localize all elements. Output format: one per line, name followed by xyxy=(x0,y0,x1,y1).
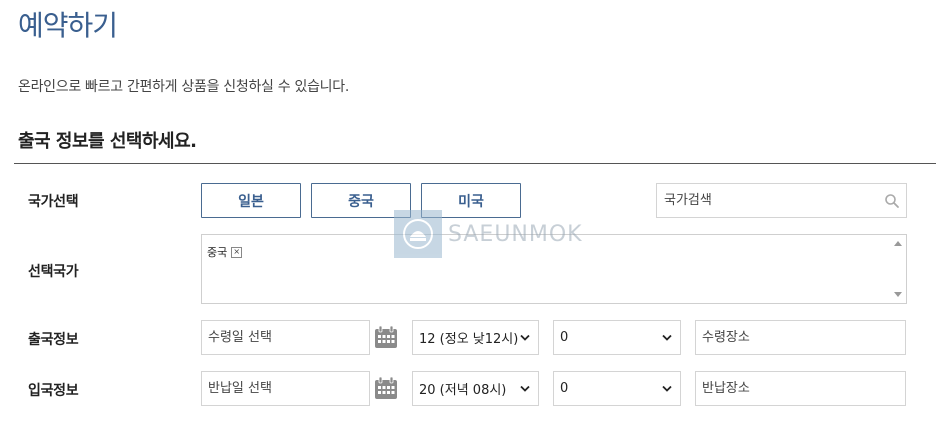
chip-remove-icon[interactable]: × xyxy=(231,246,243,258)
country-button-japan[interactable]: 일본 xyxy=(201,183,301,218)
arrival-minute-value: 0 xyxy=(560,381,569,396)
chevron-down-icon xyxy=(520,334,530,341)
intro-text: 온라인으로 빠르고 간편하게 상품을 신청하실 수 있습니다. xyxy=(18,79,349,95)
scroll-up-icon[interactable] xyxy=(894,241,902,246)
arrival-label: 입국정보 xyxy=(28,383,79,399)
calendar-icon[interactable] xyxy=(374,376,398,400)
arrival-date-input[interactable] xyxy=(201,371,370,406)
scroll-down-icon[interactable] xyxy=(894,292,902,297)
departure-place-input[interactable] xyxy=(695,320,906,355)
watermark-text: SAEUNMOK xyxy=(448,221,583,247)
departure-hour-value: 12 (정오 낮12시) xyxy=(419,332,519,347)
departure-minute-select[interactable]: 0 xyxy=(553,320,681,355)
arrival-hour-select[interactable]: 20 (저녁 08시) xyxy=(412,371,539,406)
arrival-place-input[interactable] xyxy=(695,371,906,406)
chevron-down-icon xyxy=(520,385,530,392)
section-divider xyxy=(14,163,936,164)
section-title: 출국 정보를 선택하세요. xyxy=(18,131,197,152)
watermark: SAEUNMOK xyxy=(394,210,583,258)
country-search-input[interactable] xyxy=(657,184,877,217)
page-title: 예약하기 xyxy=(18,9,118,42)
country-select-label: 국가선택 xyxy=(28,194,79,210)
watermark-logo-icon xyxy=(394,210,442,258)
chevron-down-icon xyxy=(662,385,672,392)
arrival-minute-select[interactable]: 0 xyxy=(553,371,681,406)
departure-date-input[interactable] xyxy=(201,320,370,355)
search-icon[interactable] xyxy=(884,193,900,209)
scrollbar[interactable] xyxy=(890,235,906,303)
selected-countries-label: 선택국가 xyxy=(28,264,79,280)
chevron-down-icon xyxy=(662,334,672,341)
departure-label: 출국정보 xyxy=(28,332,79,348)
country-search-box xyxy=(656,183,907,218)
departure-minute-value: 0 xyxy=(560,330,569,345)
departure-hour-select[interactable]: 12 (정오 낮12시) xyxy=(412,320,539,355)
calendar-icon[interactable] xyxy=(374,325,398,349)
arrival-hour-value: 20 (저녁 08시) xyxy=(419,383,507,398)
selected-country-chip: 중국 × xyxy=(207,244,243,260)
chip-label: 중국 xyxy=(207,246,228,259)
